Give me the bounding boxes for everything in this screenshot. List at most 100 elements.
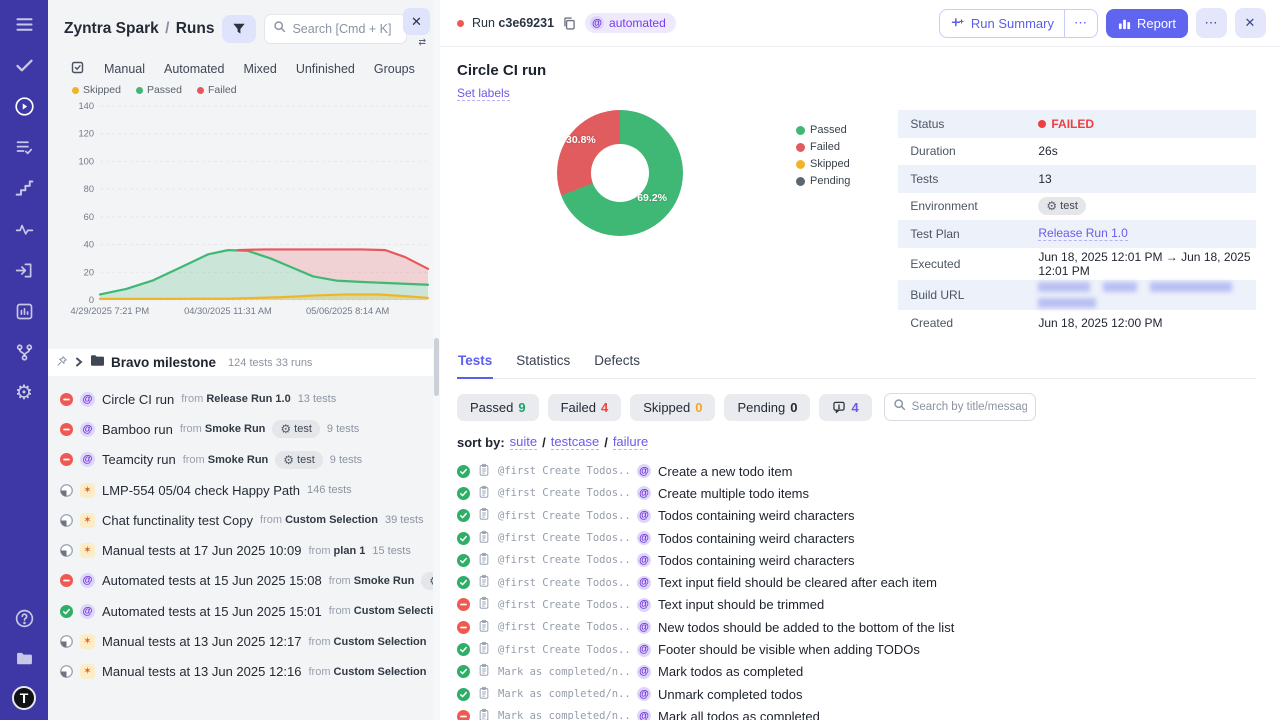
tests-search[interactable] [884, 393, 1036, 421]
redacted-url[interactable] [1038, 282, 1090, 292]
test-title[interactable]: Text input should be trimmed [658, 597, 824, 612]
test-row[interactable]: @first Create Todos...@Text input should… [457, 594, 1256, 616]
test-row[interactable]: @first Create Todos...@Text input field … [457, 571, 1256, 593]
suite-name[interactable]: @first Create Todos... [498, 577, 630, 589]
test-title[interactable]: Footer should be visible when adding TOD… [658, 642, 920, 657]
redacted-url[interactable] [1103, 282, 1137, 292]
run-list-item[interactable]: ✶Manual tests at 13 Jun 2025 12:17from C… [48, 626, 433, 656]
suite-name[interactable]: @first Create Todos... [498, 510, 630, 522]
app-logo[interactable]: T [12, 686, 36, 710]
runs-search-input[interactable] [292, 22, 398, 36]
test-title[interactable]: Create multiple todo items [658, 486, 809, 501]
suite-name[interactable]: @first Create Todos... [498, 644, 630, 656]
run-list-item[interactable]: @Automated tests at 15 Jun 2025 15:08fro… [48, 566, 433, 596]
report-button[interactable]: Report [1106, 9, 1188, 38]
close-detail-button[interactable]: ✕ [1235, 8, 1266, 38]
help-icon[interactable] [12, 606, 36, 630]
tab-automated[interactable]: Automated [164, 62, 224, 76]
test-title[interactable]: New todos should be added to the bottom … [658, 620, 954, 635]
set-labels-link[interactable]: Set labels [457, 86, 510, 101]
run-list-item[interactable]: ✶Manual tests at 13 Jun 2025 12:16from C… [48, 657, 433, 687]
legend-item-skipped[interactable]: Skipped [72, 84, 121, 96]
scrollbar-thumb[interactable] [434, 338, 439, 396]
sort-by-failure[interactable]: failure [613, 434, 648, 450]
test-title[interactable]: Create a new todo item [658, 464, 792, 479]
filter-button[interactable] [222, 15, 256, 43]
legend-item-failed[interactable]: Failed [197, 84, 237, 96]
test-row[interactable]: Mark as completed/n...@Mark todos as com… [457, 661, 1256, 683]
runs-search[interactable] [264, 14, 407, 44]
test-title[interactable]: Text input field should be cleared after… [658, 575, 937, 590]
run-list-item[interactable]: @Teamcity runfrom Smoke Run⚙test9 tests [48, 445, 433, 475]
redacted-url[interactable] [1038, 298, 1096, 308]
test-title[interactable]: Mark todos as completed [658, 664, 803, 679]
sort-by-testcase[interactable]: testcase [551, 434, 599, 450]
donut-legend-failed[interactable]: Failed [796, 141, 850, 153]
run-list-item[interactable]: @Automated tests at 15 Jun 2025 15:01fro… [48, 596, 433, 626]
select-all-icon[interactable] [70, 60, 85, 78]
breadcrumb-project[interactable]: Zyntra Spark [64, 20, 159, 37]
test-row[interactable]: @first Create Todos...@Create a new todo… [457, 460, 1256, 482]
sort-by-suite[interactable]: suite [510, 434, 537, 450]
settings-icon[interactable]: ⚙ [12, 381, 36, 405]
run-list-item[interactable]: @Circle CI runfrom Release Run 1.013 tes… [48, 384, 433, 414]
test-title[interactable]: Todos containing weird characters [658, 508, 855, 523]
comments-chip[interactable]: 4 [819, 394, 871, 421]
runs-icon[interactable] [12, 94, 36, 118]
tab-groups[interactable]: Groups [374, 62, 415, 76]
milestones-icon[interactable] [12, 176, 36, 200]
legend-item-passed[interactable]: Passed [136, 84, 182, 96]
suite-name[interactable]: Mark as completed/n... [498, 688, 630, 700]
branches-icon[interactable] [12, 340, 36, 364]
import-icon[interactable] [12, 258, 36, 282]
resize-handle-icon[interactable]: ⇄ [418, 37, 426, 48]
suite-name[interactable]: Mark as completed/n... [498, 666, 630, 678]
suite-name[interactable]: @first Create Todos... [498, 554, 630, 566]
run-summary-more-button[interactable]: ⋯ [1064, 10, 1097, 37]
test-row[interactable]: @first Create Todos...@New todos should … [457, 616, 1256, 638]
suite-name[interactable]: @first Create Todos... [498, 621, 630, 633]
run-summary-button[interactable]: Run Summary [940, 10, 1064, 37]
more-options-button[interactable]: ⋯ [1196, 8, 1227, 38]
milestone-folder-row[interactable]: Bravo milestone124 tests 33 runs [48, 349, 433, 376]
run-list-item[interactable]: @Bamboo runfrom Smoke Run⚙test9 tests [48, 414, 433, 444]
tab-tests[interactable]: Tests [457, 353, 493, 379]
tests-icon[interactable] [12, 53, 36, 77]
menu-icon[interactable] [12, 12, 36, 36]
suite-name[interactable]: @first Create Todos... [498, 532, 630, 544]
tab-defects[interactable]: Defects [593, 353, 641, 378]
close-panel-button[interactable]: ✕ [403, 8, 430, 35]
test-row[interactable]: @first Create Todos...@Todos containing … [457, 527, 1256, 549]
suite-name[interactable]: @first Create Todos... [498, 487, 630, 499]
tab-mixed[interactable]: Mixed [243, 62, 276, 76]
test-title[interactable]: Mark all todos as completed [658, 709, 820, 720]
filter-chip-passed[interactable]: Passed9 [457, 394, 539, 421]
filter-chip-skipped[interactable]: Skipped0 [630, 394, 715, 421]
run-list-item[interactable]: ✶LMP-554 05/04 check Happy Path146 tests [48, 475, 433, 505]
test-row[interactable]: @first Create Todos...@Todos containing … [457, 549, 1256, 571]
tab-unfinished[interactable]: Unfinished [296, 62, 355, 76]
donut-legend-skipped[interactable]: Skipped [796, 158, 850, 170]
tab-manual[interactable]: Manual [104, 62, 145, 76]
test-title[interactable]: Unmark completed todos [658, 687, 803, 702]
tab-statistics[interactable]: Statistics [515, 353, 571, 378]
analytics-icon[interactable] [12, 299, 36, 323]
donut-legend-pending[interactable]: Pending [796, 175, 850, 187]
copy-run-id-button[interactable] [562, 16, 577, 31]
suite-name[interactable]: @first Create Todos... [498, 599, 630, 611]
test-row[interactable]: Mark as completed/n...@Mark all todos as… [457, 705, 1256, 720]
test-row[interactable]: @first Create Todos...@Todos containing … [457, 505, 1256, 527]
suite-name[interactable]: Mark as completed/n... [498, 710, 630, 720]
donut-legend-passed[interactable]: Passed [796, 124, 850, 136]
test-plans-icon[interactable] [12, 135, 36, 159]
filter-chip-failed[interactable]: Failed4 [548, 394, 622, 421]
run-list-item[interactable]: ✶Manual tests at 17 Jun 2025 10:09from p… [48, 535, 433, 565]
chevron-right-icon[interactable] [74, 354, 84, 372]
filter-chip-pending[interactable]: Pending0 [724, 394, 810, 421]
suite-name[interactable]: @first Create Todos... [498, 465, 630, 477]
test-row[interactable]: @first Create Todos...@Create multiple t… [457, 482, 1256, 504]
redacted-url[interactable] [1150, 282, 1232, 292]
test-row[interactable]: Mark as completed/n...@Unmark completed … [457, 683, 1256, 705]
test-title[interactable]: Todos containing weird characters [658, 553, 855, 568]
test-plan-link[interactable]: Release Run 1.0 [1038, 226, 1127, 241]
